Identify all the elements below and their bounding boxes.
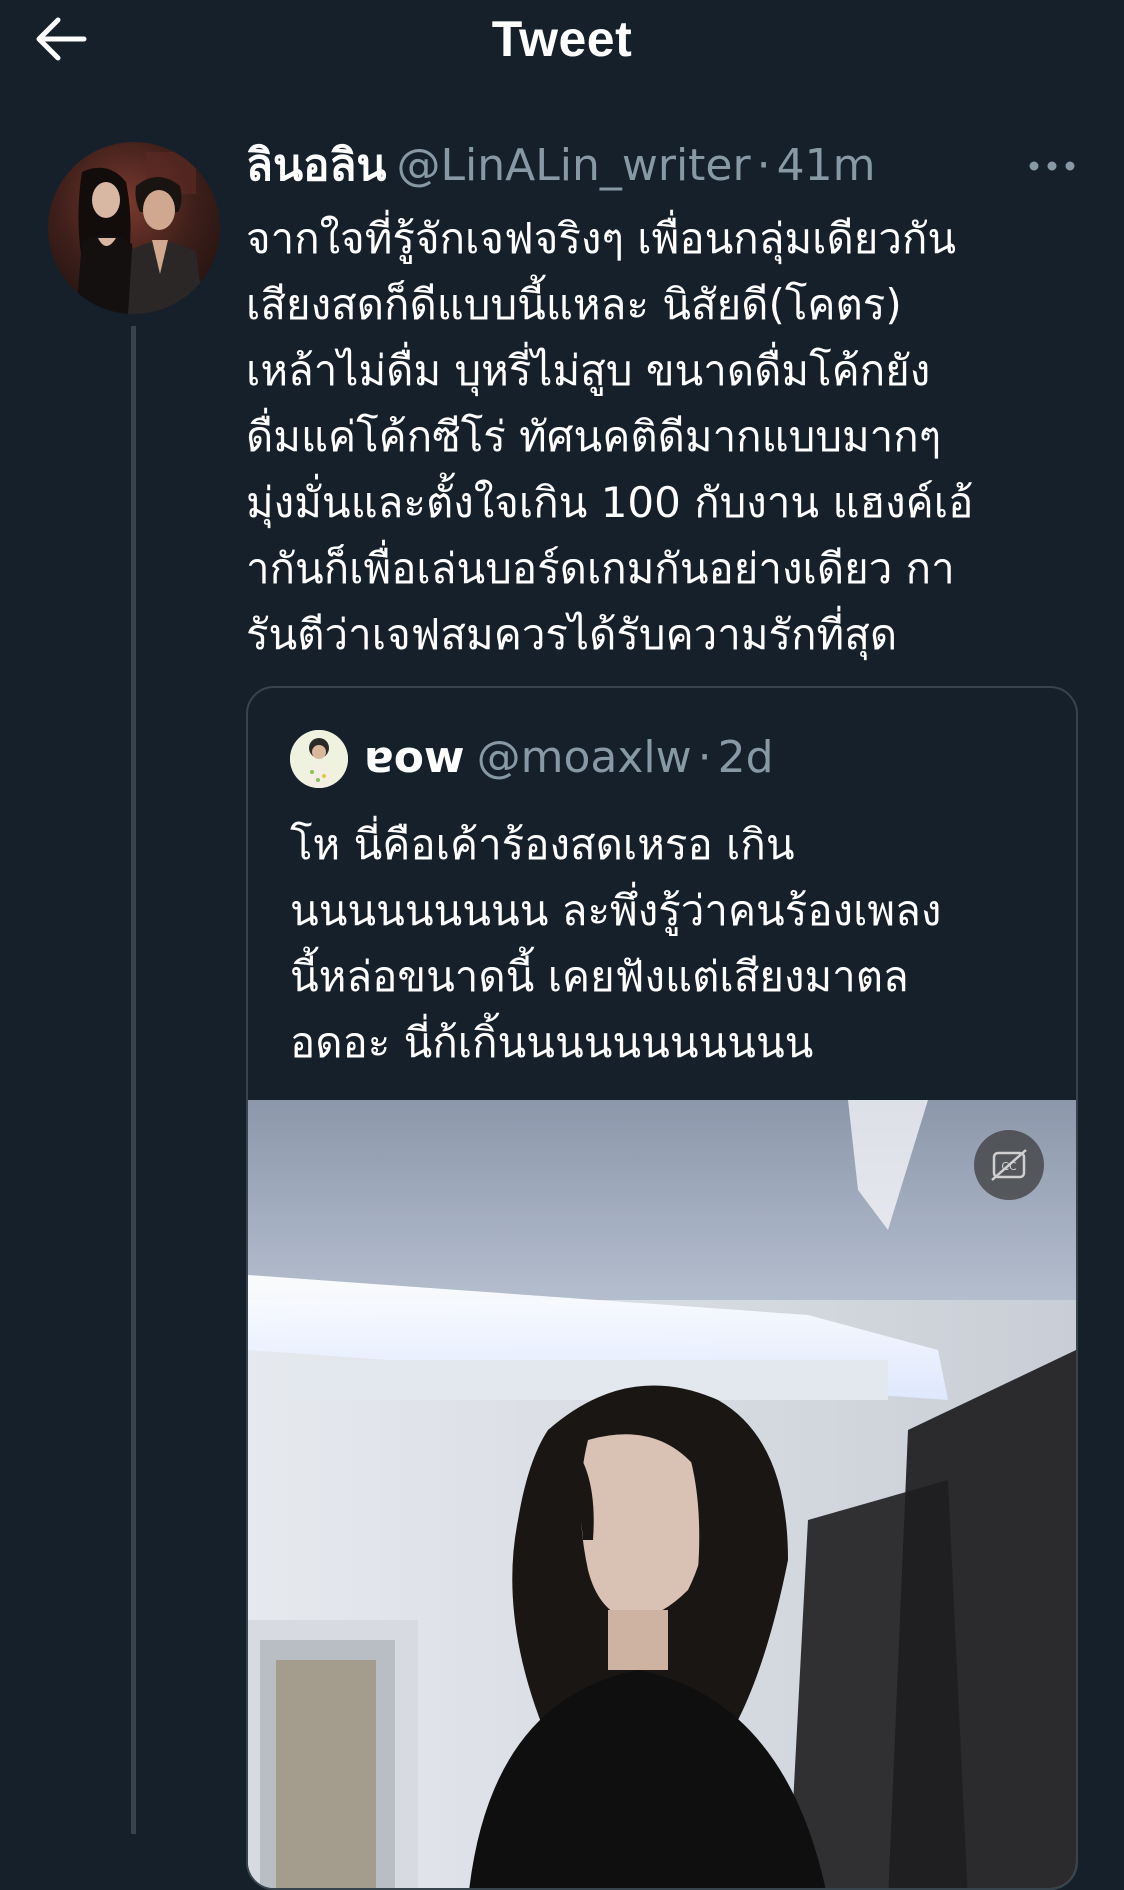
top-bar: Tweet — [0, 0, 1124, 80]
tweet-text-line: เหล้าไม่ดื่ม บุหรี่ไม่สูบ ขนาดดื่มโค้กยั… — [246, 346, 931, 395]
quoted-tweet-timestamp[interactable]: 2d — [718, 732, 774, 783]
captions-off-icon: CC — [991, 1149, 1027, 1181]
more-options-button[interactable] — [1024, 148, 1080, 184]
tweet-text-line: มุ่งมั่นและตั้งใจเกิน 100 กับงาน แฮงค์เอ… — [246, 478, 974, 527]
captions-toggle-button[interactable]: CC — [974, 1130, 1044, 1200]
separator-dot: · — [697, 732, 712, 783]
quoted-author-avatar[interactable] — [290, 730, 348, 788]
quoted-tweet-card[interactable]: ɐow @moaxlw · 2d โห นี่คือเค้าร้องสดเหรอ เก… — [246, 686, 1078, 1890]
tweet-text-line: ดื่มแค่โค้กซีโร่ ทัศนคติดีมากแบบมากๆ — [246, 412, 942, 461]
separator-dot: · — [756, 140, 771, 191]
tweet-text: จากใจที่รู้จักเจฟจริงๆ เพื่อนกลุ่มเดียวก… — [246, 206, 1086, 668]
more-horizontal-icon — [1029, 161, 1075, 171]
quoted-tweet-text: โห นี่คือเค้าร้องสดเหรอ เกิน นนนนนนนนน ล… — [290, 812, 1050, 1076]
quoted-tweet-header: ɐow @moaxlw · 2d — [364, 728, 774, 788]
tweet-text-line: รันตีว่าเจฟสมควรได้รับความรักที่สุด — [246, 610, 898, 659]
author-handle[interactable]: @LinALin_writer — [397, 140, 751, 191]
quoted-author-display-name[interactable]: ɐow — [364, 732, 465, 783]
quoted-author-handle[interactable]: @moaxlw — [477, 732, 692, 783]
tweet-timestamp[interactable]: 41m — [777, 140, 876, 191]
tweet-header: ลินอลิน @LinALin_writer · 41m — [246, 138, 1066, 196]
quoted-text-line: โห นี่คือเค้าร้องสดเหรอ เกิน — [290, 820, 795, 869]
author-avatar[interactable] — [48, 142, 220, 314]
page-title: Tweet — [491, 11, 633, 67]
quoted-video-media[interactable]: CC — [248, 1100, 1076, 1888]
tweet-text-line: เสียงสดก็ดีแบบนี้แหละ นิสัยดี(โคตร) — [246, 280, 902, 329]
quoted-text-line: นี้หล่อขนาดนี้ เคยฟังแต่เสียงมาตล — [290, 952, 909, 1001]
thread-connector-line — [131, 326, 136, 1834]
tweet-text-line: ากันก็เพื่อเล่นบอร์ดเกมกันอย่างเดียว กา — [246, 544, 955, 593]
quoted-text-line: อดอะ นี่ก้เกิ้นนนนนนนนนนน — [290, 1018, 814, 1067]
quoted-text-line: นนนนนนนนน ละพึ่งรู้ว่าคนร้องเพลง — [290, 886, 942, 935]
tweet-text-line: จากใจที่รู้จักเจฟจริงๆ เพื่อนกลุ่มเดียวก… — [246, 214, 957, 263]
author-display-name[interactable]: ลินอลิน — [246, 140, 387, 191]
